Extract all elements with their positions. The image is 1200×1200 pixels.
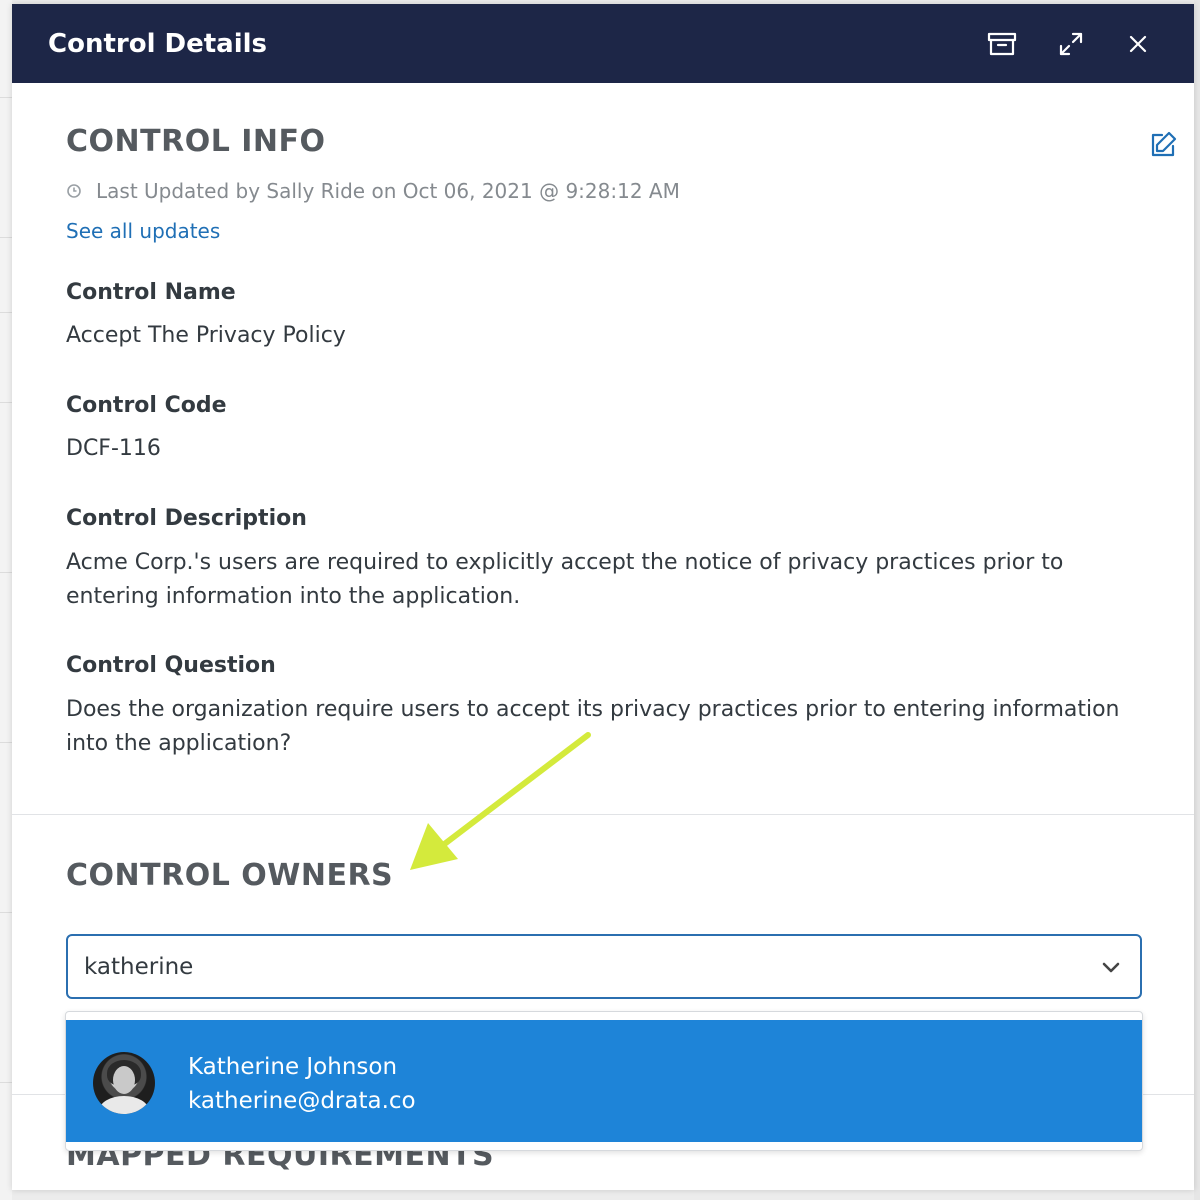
modal-title: Control Details [48,28,268,59]
archive-button[interactable] [986,28,1018,60]
last-updated-text: Last Updated by Sally Ride on Oct 06, 20… [96,179,680,203]
section-heading: CONTROL INFO [66,124,326,159]
control-code-label: Control Code [66,393,227,418]
control-description-label: Control Description [66,506,307,531]
owner-dropdown-menu: Katherine Johnson katherine@drata.co [65,1011,1143,1151]
expand-icon [1059,32,1083,56]
owner-search-input[interactable]: katherine [84,954,193,980]
owner-search-select[interactable]: katherine [66,934,1142,999]
see-all-updates-link[interactable]: See all updates [66,219,220,243]
archive-icon [987,32,1017,56]
control-details-modal: Control Details CONTROL INFO Last Update… [12,4,1194,1190]
control-code-value: DCF-116 [66,436,161,461]
annotation-arrow-icon [410,732,591,870]
control-info-heading: CONTROL INFO [66,124,1140,159]
control-question-value: Does the organization require users to a… [66,697,1120,756]
edit-button[interactable] [1148,130,1180,162]
expand-button[interactable] [1055,28,1087,60]
last-updated: Last Updated by Sally Ride on Oct 06, 20… [66,179,680,203]
close-button[interactable] [1122,28,1154,60]
modal-header: Control Details [12,4,1194,83]
avatar [93,1052,155,1114]
background-page [0,0,12,1200]
dropdown-toggle[interactable] [1100,956,1122,984]
chevron-down-icon [1102,962,1120,973]
control-description-value: Acme Corp.'s users are required to expli… [66,550,1064,609]
owner-option-email: katherine@drata.co [188,1088,416,1114]
section-heading: CONTROL OWNERS [66,858,394,893]
control-name-label: Control Name [66,280,236,305]
control-question-label: Control Question [66,653,276,678]
background-page-right [1194,0,1200,1200]
control-owners-heading: CONTROL OWNERS [66,858,1140,893]
owner-option-name: Katherine Johnson [188,1054,398,1080]
close-icon [1129,35,1147,53]
control-name-value: Accept The Privacy Policy [66,323,346,348]
edit-icon [1151,131,1177,157]
section-divider [12,814,1194,815]
clock-icon [67,184,81,198]
owner-option[interactable]: Katherine Johnson katherine@drata.co [66,1020,1142,1142]
